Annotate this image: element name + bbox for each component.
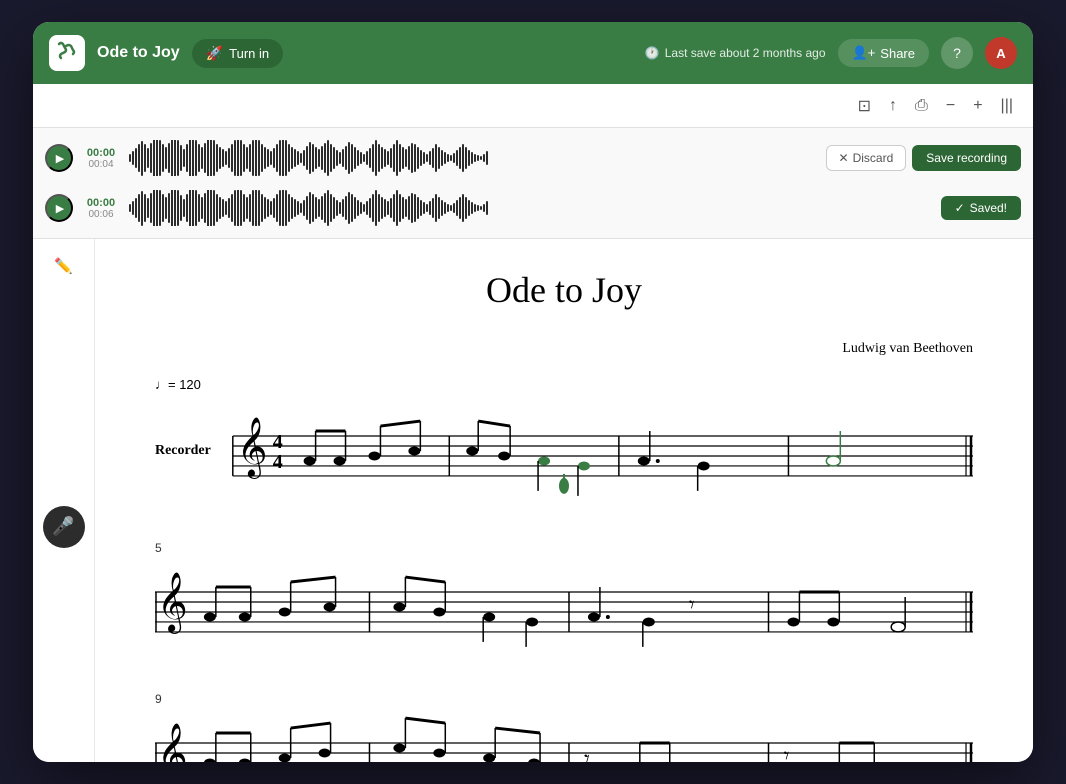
saved-label: Saved! [970, 201, 1007, 215]
rocket-icon: 🚀 [206, 45, 223, 62]
pencil-button[interactable]: ✏️ [49, 251, 79, 281]
clock-icon: 🕐 [645, 46, 660, 60]
staff-container-1: ♩= 120 Recorder 𝄞 4 4 [155, 377, 973, 501]
track-1-time-start: 00:00 [83, 147, 119, 159]
left-sidebar: ✏️ 🎤 [33, 239, 95, 762]
staff-svg-3: 𝄞 [155, 708, 973, 762]
track-1-actions: ✕ Discard Save recording [826, 145, 1021, 171]
print-icon[interactable]: ⎙ [911, 93, 932, 119]
staff-container-3: 9 𝄞 [155, 692, 973, 762]
logo [49, 35, 85, 71]
svg-text:𝄾: 𝄾 [783, 743, 789, 762]
waveform-1 [129, 140, 816, 176]
measure-number-2: 5 [155, 541, 973, 555]
svg-text:𝄾: 𝄾 [689, 592, 695, 617]
svg-text:Recorder: Recorder [155, 443, 211, 458]
track-2-time-start: 00:00 [83, 197, 119, 209]
svg-text:4: 4 [273, 451, 283, 473]
mic-container: 🎤 [33, 291, 94, 762]
waveform-2 [129, 190, 931, 226]
sheet-area: Ode to Joy Ludwig van Beethoven ♩= 120 R… [95, 239, 1033, 762]
person-add-icon: 👤+ [852, 45, 876, 61]
audio-panel: ▶ 00:00 00:04 ✕ Discard Save recording [33, 128, 1033, 239]
save-recording-button[interactable]: Save recording [912, 145, 1021, 171]
svg-text:𝄞: 𝄞 [157, 572, 188, 634]
question-icon: ? [953, 45, 961, 61]
x-icon: ✕ [839, 151, 849, 165]
staff-container-2: 5 𝄞 [155, 541, 973, 652]
expand-icon[interactable]: ⊡ [854, 92, 875, 120]
discard-button[interactable]: ✕ Discard [826, 145, 907, 171]
saved-badge[interactable]: ✓ Saved! [941, 196, 1021, 220]
avatar[interactable]: A [985, 37, 1017, 69]
doc-title: Ode to Joy [97, 44, 180, 62]
logo-icon [56, 40, 78, 67]
track-1-time-end: 00:04 [88, 159, 113, 170]
play-button-1[interactable]: ▶ [45, 144, 73, 172]
track-1-time: 00:00 00:04 [83, 147, 119, 170]
main-content: ✏️ 🎤 Ode to Joy Ludwig van Beethoven ♩= … [33, 239, 1033, 762]
turn-in-label: Turn in [229, 46, 269, 61]
audio-track-2: ▶ 00:00 00:06 ✓ Saved! [45, 186, 1021, 230]
save-recording-label: Save recording [926, 151, 1007, 165]
mic-icon: 🎤 [52, 516, 74, 537]
help-button[interactable]: ? [941, 37, 973, 69]
measure-number-3: 9 [155, 692, 973, 706]
mic-button[interactable]: 🎤 [43, 506, 85, 548]
avatar-initials: A [996, 46, 1005, 61]
toolbar: ⊡ ↑ ⎙ − + ||| [33, 84, 1033, 128]
svg-text:𝄞: 𝄞 [237, 417, 268, 479]
svg-text:𝄾: 𝄾 [584, 746, 590, 762]
staff-svg-1: Recorder 𝄞 4 4 [155, 396, 973, 496]
upload-icon[interactable]: ↑ [885, 93, 901, 119]
track-2-actions: ✓ Saved! [941, 196, 1021, 220]
sheet-title: Ode to Joy [155, 269, 973, 311]
save-info: 🕐 Last save about 2 months ago [645, 46, 826, 60]
mixer-icon[interactable]: ||| [997, 93, 1017, 119]
tempo-mark: ♩= 120 [155, 377, 973, 392]
header: Ode to Joy 🚀 Turn in 🕐 Last save about 2… [33, 22, 1033, 84]
share-label: Share [880, 46, 915, 61]
svg-text:4: 4 [273, 431, 283, 453]
play-icon-2: ▶ [56, 202, 64, 215]
right-panel: ⊡ ↑ ⎙ − + ||| ▶ 00:00 00:04 ✕ [33, 84, 1033, 762]
staff-svg-2: 𝄞 [155, 557, 973, 647]
audio-track-1: ▶ 00:00 00:04 ✕ Discard Save recording [45, 136, 1021, 180]
zoom-in-icon[interactable]: + [969, 93, 986, 119]
play-icon-1: ▶ [56, 152, 64, 165]
play-button-2[interactable]: ▶ [45, 194, 73, 222]
track-2-time-end: 00:06 [88, 209, 113, 220]
track-2-time: 00:00 00:06 [83, 197, 119, 220]
share-button[interactable]: 👤+ Share [838, 39, 929, 67]
composer-name: Ludwig van Beethoven [155, 341, 973, 357]
zoom-out-icon[interactable]: − [942, 93, 959, 119]
turn-in-button[interactable]: 🚀 Turn in [192, 39, 283, 68]
check-icon: ✓ [955, 201, 965, 215]
app-window: Ode to Joy 🚀 Turn in 🕐 Last save about 2… [33, 22, 1033, 762]
save-info-text: Last save about 2 months ago [665, 46, 826, 60]
discard-label: Discard [853, 151, 894, 165]
